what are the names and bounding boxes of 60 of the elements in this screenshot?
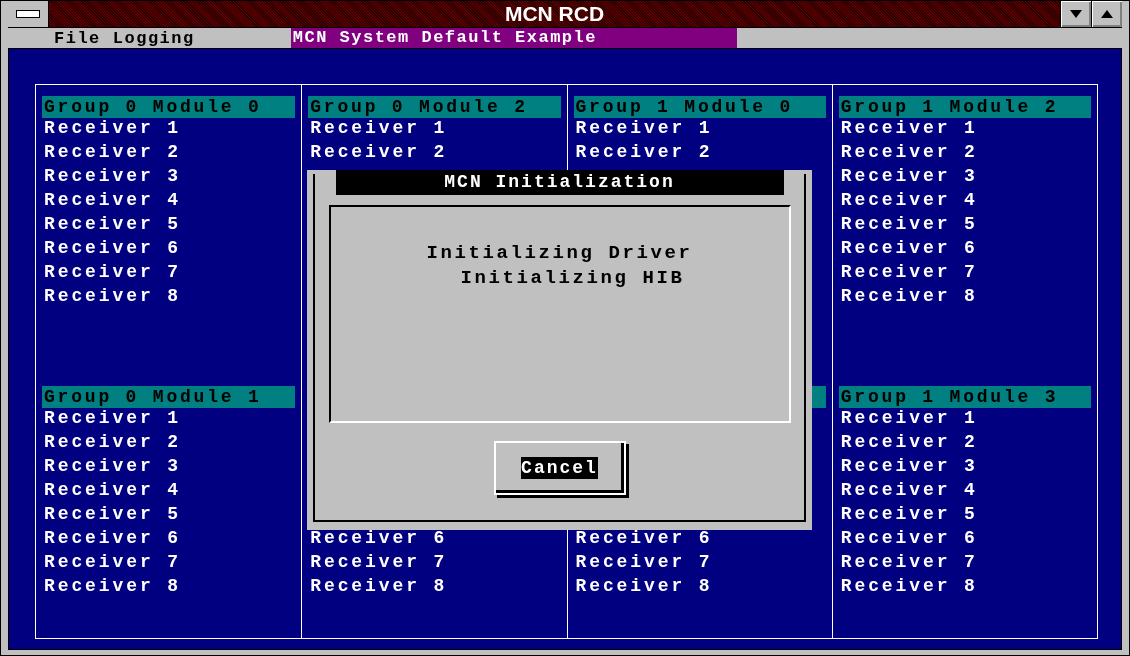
receiver-item[interactable]: Receiver 6 (838, 238, 1091, 262)
status-message: Initializing HIB (459, 266, 685, 291)
module-heading: Group 1 Module 3 (838, 386, 1091, 408)
receiver-item[interactable]: Receiver 3 (838, 456, 1091, 480)
receiver-item[interactable]: Receiver 6 (838, 528, 1091, 552)
menu-item[interactable]: Logging (106, 28, 201, 48)
minimize-button[interactable] (1060, 1, 1091, 27)
down-triangle-icon (1070, 10, 1082, 18)
receiver-item[interactable]: Receiver 1 (838, 408, 1091, 432)
maximize-button[interactable] (1091, 1, 1122, 27)
module-heading: Group 0 Module 0 (42, 96, 296, 118)
receiver-item[interactable]: Receiver 2 (838, 432, 1091, 456)
receiver-item[interactable]: Receiver 8 (838, 286, 1091, 310)
module-heading: Group 1 Module 0 (573, 96, 826, 118)
receiver-item[interactable]: Receiver 8 (838, 576, 1091, 600)
receiver-item[interactable]: Receiver 2 (573, 142, 826, 166)
receiver-item[interactable]: Receiver 7 (42, 262, 296, 286)
module-heading: Group 1 Module 2 (838, 96, 1091, 118)
receiver-item[interactable]: Receiver 4 (42, 190, 296, 214)
dialog-title: MCN Initialization (335, 170, 784, 195)
receiver-item[interactable]: Receiver 8 (573, 576, 826, 600)
receiver-item[interactable]: Receiver 6 (573, 528, 826, 552)
receiver-item[interactable]: Receiver 1 (838, 118, 1091, 142)
receiver-item[interactable]: Receiver 5 (838, 214, 1091, 238)
receiver-item[interactable]: Receiver 7 (573, 552, 826, 576)
module-heading: Group 0 Module 1 (42, 386, 296, 408)
receiver-item[interactable]: Receiver 8 (308, 576, 561, 600)
receiver-item[interactable]: Receiver 2 (42, 142, 296, 166)
menu-item[interactable]: File (48, 28, 107, 48)
receiver-item[interactable]: Receiver 1 (42, 118, 296, 142)
receiver-item[interactable]: Receiver 3 (838, 166, 1091, 190)
status-message: Initializing Driver (426, 241, 693, 266)
receiver-item[interactable]: Receiver 2 (308, 142, 561, 166)
receiver-item[interactable]: Receiver 1 (308, 118, 561, 142)
receiver-item[interactable]: Receiver 5 (838, 504, 1091, 528)
module-heading: Group 0 Module 2 (308, 96, 561, 118)
receiver-item[interactable]: Receiver 5 (42, 504, 296, 528)
receiver-item[interactable]: Receiver 1 (42, 408, 296, 432)
receiver-item[interactable]: Receiver 6 (42, 238, 296, 262)
window-title: MCN RCD (503, 2, 606, 26)
receiver-item[interactable]: Receiver 4 (42, 480, 296, 504)
receiver-item[interactable]: Receiver 1 (573, 118, 826, 142)
receiver-item[interactable]: Receiver 2 (42, 432, 296, 456)
receiver-item[interactable]: Receiver 4 (838, 480, 1091, 504)
receiver-item[interactable]: Receiver 8 (42, 576, 296, 600)
receiver-item[interactable]: Receiver 6 (42, 528, 296, 552)
receiver-item[interactable]: Receiver 5 (42, 214, 296, 238)
receiver-item[interactable]: Receiver 3 (42, 456, 296, 480)
document-title: MCN System Default Example (290, 28, 737, 48)
receiver-item[interactable]: Receiver 7 (838, 552, 1091, 576)
receiver-item[interactable]: Receiver 7 (308, 552, 561, 576)
receiver-item[interactable]: Receiver 8 (42, 286, 296, 310)
receiver-item[interactable]: Receiver 3 (42, 166, 296, 190)
receiver-item[interactable]: Receiver 6 (308, 528, 561, 552)
receiver-item[interactable]: Receiver 7 (838, 262, 1091, 286)
receiver-item[interactable]: Receiver 7 (42, 552, 296, 576)
receiver-item[interactable]: Receiver 2 (838, 142, 1091, 166)
cancel-button[interactable]: Cancel (493, 441, 626, 495)
up-triangle-icon (1101, 10, 1113, 18)
receiver-item[interactable]: Receiver 4 (838, 190, 1091, 214)
